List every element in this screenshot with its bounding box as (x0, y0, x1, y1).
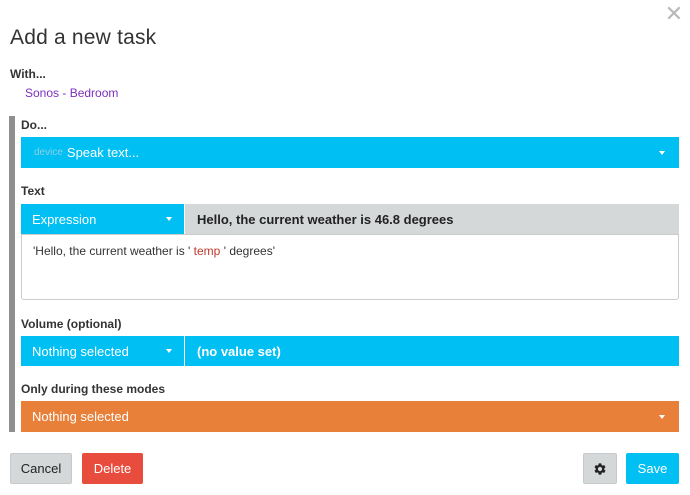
volume-mode-select[interactable]: Nothing selected (21, 336, 184, 366)
text-evaluated-result: Hello, the current weather is 46.8 degre… (185, 204, 679, 234)
text-mode-select[interactable]: Expression (21, 204, 184, 234)
caret-down-icon (166, 217, 172, 221)
cancel-button[interactable]: Cancel (10, 453, 72, 484)
text-label: Text (21, 184, 45, 198)
volume-mode-value: Nothing selected (32, 343, 129, 359)
action-prefix: device (34, 147, 63, 158)
caret-down-icon (659, 151, 665, 155)
with-device-link[interactable]: Sonos - Bedroom (25, 86, 118, 100)
volume-label: Volume (optional) (21, 317, 122, 331)
close-button[interactable]: ✕ (662, 2, 686, 26)
action-select[interactable]: device Speak text... (21, 137, 679, 168)
expression-string-end: ' degrees' (223, 244, 275, 258)
volume-value[interactable]: (no value set) (185, 336, 679, 366)
text-mode-value: Expression (32, 211, 97, 227)
save-button[interactable]: Save (626, 453, 679, 484)
caret-down-icon (659, 415, 665, 419)
settings-button[interactable] (583, 453, 617, 484)
expression-editor[interactable]: 'Hello, the current weather is ' temp ' … (21, 234, 679, 300)
expression-variable: temp (193, 244, 221, 258)
modes-select[interactable]: Nothing selected (21, 401, 679, 432)
modes-selected-value: Nothing selected (32, 409, 129, 424)
with-label: With... (10, 67, 46, 81)
gear-icon (594, 462, 606, 475)
expression-string-start: 'Hello, the current weather is ' (33, 244, 191, 258)
action-selected-value: Speak text... (66, 145, 140, 160)
close-icon: ✕ (664, 1, 684, 26)
modes-label: Only during these modes (21, 382, 166, 396)
caret-down-icon (166, 349, 172, 353)
dialog-title: Add a new task (10, 26, 157, 49)
delete-button[interactable]: Delete (82, 453, 143, 484)
task-group-bar (9, 116, 15, 432)
do-label: Do... (21, 118, 47, 132)
